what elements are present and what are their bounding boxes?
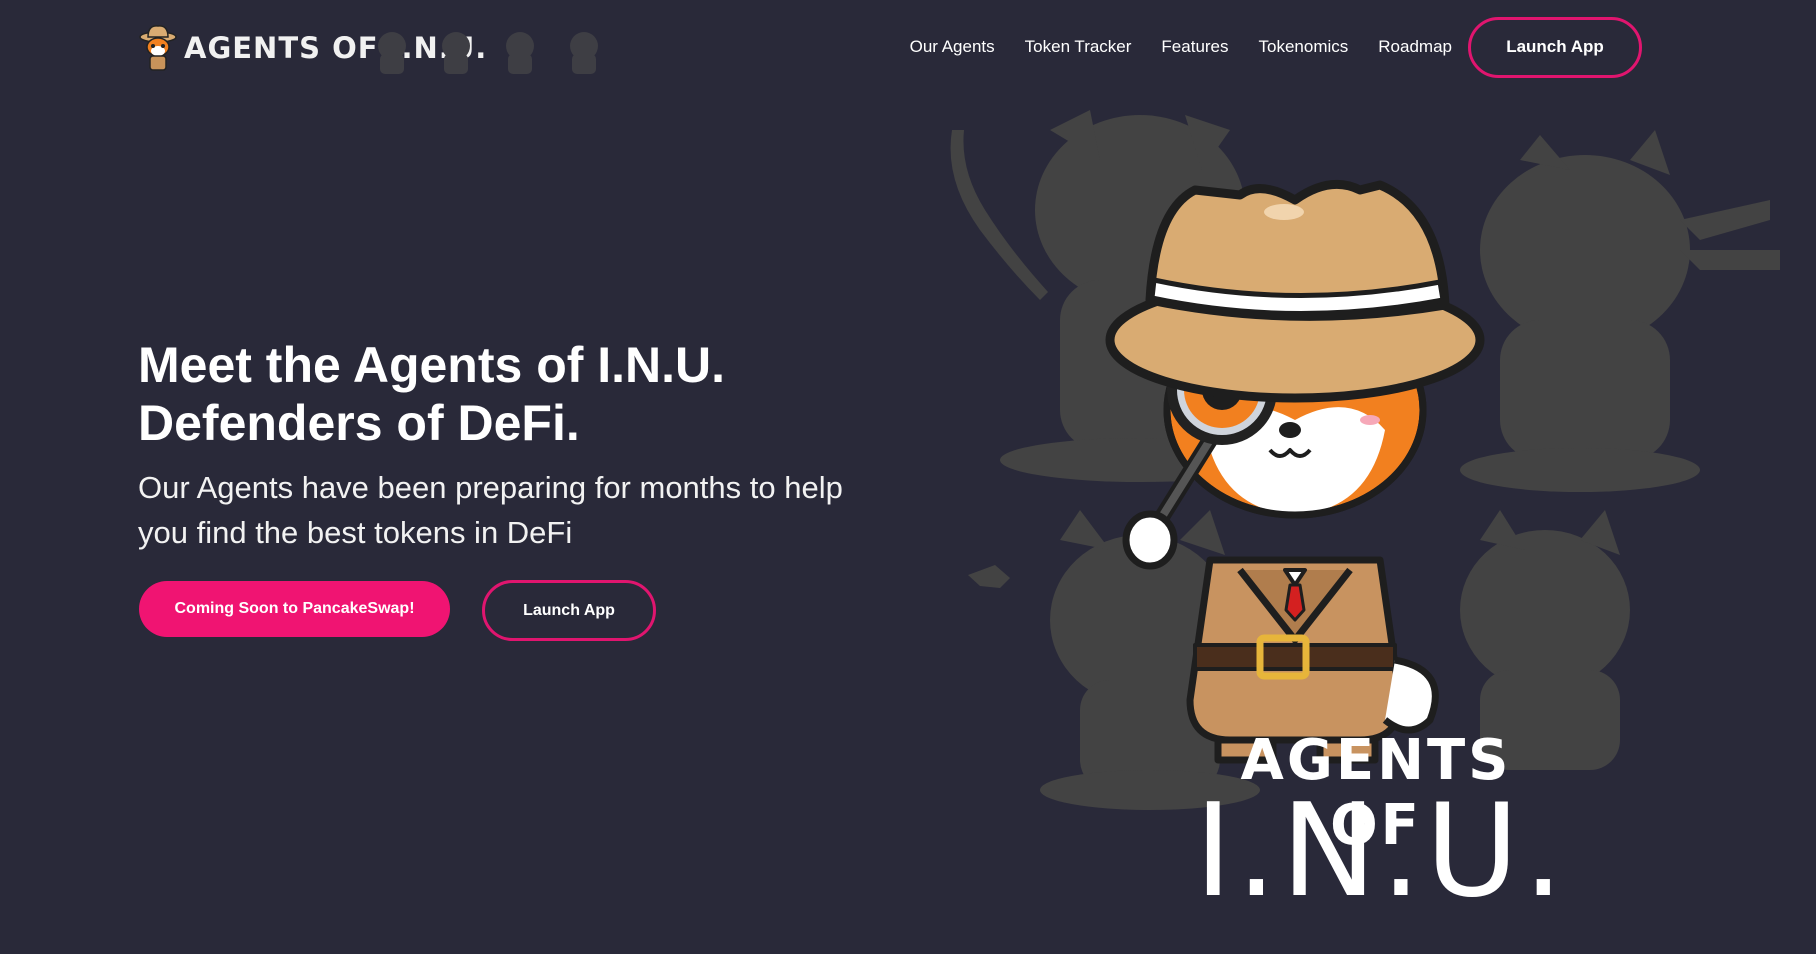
hero-launch-app-button[interactable]: Launch App xyxy=(482,580,656,641)
pancakeswap-button[interactable]: Coming Soon to PancakeSwap! xyxy=(139,581,450,637)
nav-link-features[interactable]: Features xyxy=(1161,37,1228,57)
agent-silhouettes-icon xyxy=(378,32,598,74)
hero-title-line2: Defenders of DeFi. xyxy=(138,395,580,451)
hero-title: Meet the Agents of I.N.U. Defenders of D… xyxy=(138,336,725,452)
hero-subtitle: Our Agents have been preparing for month… xyxy=(138,470,843,550)
top-nav: AGENTS OF I.N.U. Our Agents Token Tracke… xyxy=(0,0,1816,94)
nav-link-roadmap[interactable]: Roadmap xyxy=(1378,37,1452,57)
nav-link-our-agents[interactable]: Our Agents xyxy=(910,37,995,57)
nav-launch-app-button[interactable]: Launch App xyxy=(1468,16,1642,78)
site-logo[interactable]: AGENTS OF I.N.U. xyxy=(138,20,598,76)
detective-dog-logo-icon xyxy=(139,25,177,71)
hero-title-line1: Meet the Agents of I.N.U. xyxy=(138,337,726,393)
nav-link-tokenomics[interactable]: Tokenomics xyxy=(1259,37,1349,57)
brand-title-line2: I.N.U. xyxy=(1194,777,1568,926)
nav-links: Our Agents Token Tracker Features Tokeno… xyxy=(880,16,1642,78)
nav-link-token-tracker[interactable]: Token Tracker xyxy=(1025,37,1132,57)
